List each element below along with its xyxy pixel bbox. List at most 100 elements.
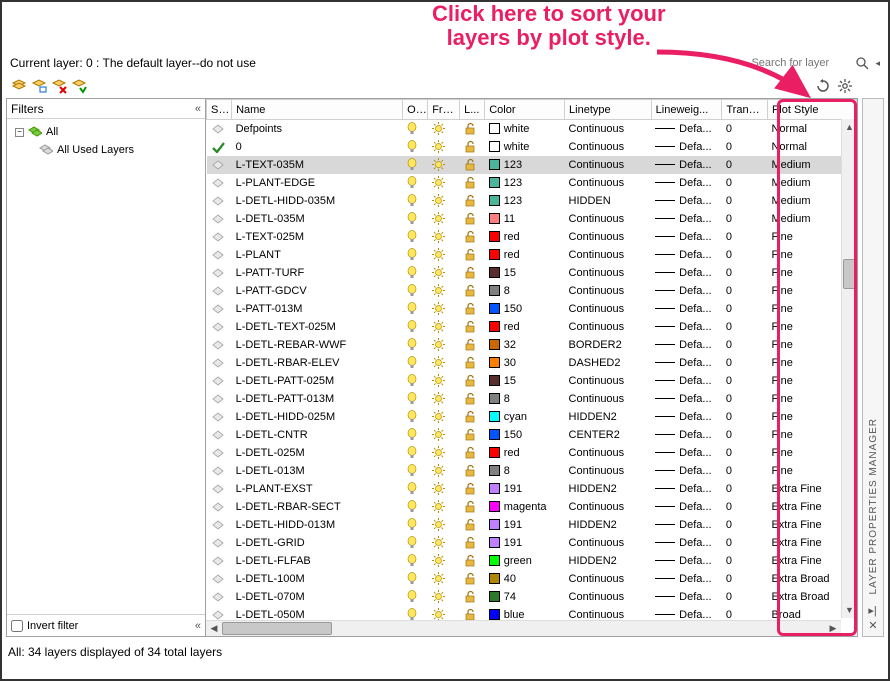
name-cell[interactable]: L-DETL-HIDD-035M bbox=[232, 192, 403, 210]
trans-cell[interactable]: 0 bbox=[722, 588, 768, 606]
status-cell[interactable] bbox=[207, 552, 232, 570]
color-cell[interactable]: red bbox=[485, 246, 565, 264]
name-cell[interactable]: L-PLANT-EDGE bbox=[232, 174, 403, 192]
trans-cell[interactable]: 0 bbox=[722, 174, 768, 192]
color-cell[interactable]: white bbox=[485, 120, 565, 138]
status-cell[interactable] bbox=[207, 444, 232, 462]
linetype-cell[interactable]: Continuous bbox=[565, 210, 652, 228]
filters-collapse-icon[interactable]: « bbox=[195, 103, 201, 115]
panel-autohide-icon[interactable]: ▸| bbox=[868, 604, 877, 617]
color-cell[interactable]: 11 bbox=[485, 210, 565, 228]
trans-cell[interactable]: 0 bbox=[722, 282, 768, 300]
trans-cell[interactable]: 0 bbox=[722, 210, 768, 228]
linetype-cell[interactable]: Continuous bbox=[565, 588, 652, 606]
freeze-cell[interactable] bbox=[428, 390, 460, 408]
lock-cell[interactable] bbox=[460, 156, 485, 174]
color-cell[interactable]: 150 bbox=[485, 426, 565, 444]
status-cell[interactable] bbox=[207, 354, 232, 372]
on-cell[interactable] bbox=[403, 570, 428, 588]
color-cell[interactable]: 8 bbox=[485, 462, 565, 480]
name-cell[interactable]: L-DETL-RBAR-ELEV bbox=[232, 354, 403, 372]
linetype-cell[interactable]: Continuous bbox=[565, 534, 652, 552]
table-row[interactable]: L-DETL-PATT-025M15ContinuousDefa...0Fine bbox=[207, 372, 857, 390]
freeze-cell[interactable] bbox=[428, 462, 460, 480]
table-row[interactable]: L-DETL-REBAR-WWF32BORDER2Defa...0Fine bbox=[207, 336, 857, 354]
linetype-cell[interactable]: Continuous bbox=[565, 444, 652, 462]
color-cell[interactable]: 32 bbox=[485, 336, 565, 354]
on-cell[interactable] bbox=[403, 354, 428, 372]
trans-cell[interactable]: 0 bbox=[722, 534, 768, 552]
color-cell[interactable]: cyan bbox=[485, 408, 565, 426]
linetype-cell[interactable]: HIDDEN bbox=[565, 192, 652, 210]
linetype-cell[interactable]: Continuous bbox=[565, 246, 652, 264]
status-cell[interactable] bbox=[207, 264, 232, 282]
lock-cell[interactable] bbox=[460, 390, 485, 408]
status-cell[interactable] bbox=[207, 156, 232, 174]
on-cell[interactable] bbox=[403, 246, 428, 264]
lineweight-cell[interactable]: Defa... bbox=[651, 318, 722, 336]
filter-node-used[interactable]: All Used Layers bbox=[11, 141, 201, 159]
table-row[interactable]: L-DETL-RBAR-ELEV30DASHED2Defa...0Fine bbox=[207, 354, 857, 372]
linetype-cell[interactable]: Continuous bbox=[565, 282, 652, 300]
lineweight-cell[interactable]: Defa... bbox=[651, 390, 722, 408]
status-cell[interactable] bbox=[207, 120, 232, 138]
lineweight-cell[interactable]: Defa... bbox=[651, 174, 722, 192]
status-cell[interactable] bbox=[207, 174, 232, 192]
name-cell[interactable]: L-DETL-HIDD-025M bbox=[232, 408, 403, 426]
status-cell[interactable] bbox=[207, 390, 232, 408]
lock-cell[interactable] bbox=[460, 228, 485, 246]
status-cell[interactable] bbox=[207, 318, 232, 336]
status-cell[interactable] bbox=[207, 498, 232, 516]
color-cell[interactable]: 123 bbox=[485, 192, 565, 210]
color-cell[interactable]: 191 bbox=[485, 516, 565, 534]
lineweight-cell[interactable]: Defa... bbox=[651, 588, 722, 606]
trans-cell[interactable]: 0 bbox=[722, 354, 768, 372]
linetype-cell[interactable]: Continuous bbox=[565, 318, 652, 336]
lock-cell[interactable] bbox=[460, 264, 485, 282]
delete-layer-button[interactable] bbox=[50, 77, 68, 95]
on-cell[interactable] bbox=[403, 426, 428, 444]
lineweight-cell[interactable]: Defa... bbox=[651, 120, 722, 138]
table-row[interactable]: L-PATT-013M150ContinuousDefa...0Fine bbox=[207, 300, 857, 318]
lock-cell[interactable] bbox=[460, 318, 485, 336]
on-cell[interactable] bbox=[403, 516, 428, 534]
lineweight-cell[interactable]: Defa... bbox=[651, 354, 722, 372]
name-cell[interactable]: L-DETL-100M bbox=[232, 570, 403, 588]
lineweight-cell[interactable]: Defa... bbox=[651, 264, 722, 282]
table-row[interactable]: DefpointswhiteContinuousDefa...0Normal bbox=[207, 120, 857, 138]
status-cell[interactable] bbox=[207, 372, 232, 390]
freeze-cell[interactable] bbox=[428, 264, 460, 282]
name-cell[interactable]: L-PLANT bbox=[232, 246, 403, 264]
color-cell[interactable]: 8 bbox=[485, 282, 565, 300]
trans-cell[interactable]: 0 bbox=[722, 264, 768, 282]
color-cell[interactable]: red bbox=[485, 228, 565, 246]
trans-cell[interactable]: 0 bbox=[722, 552, 768, 570]
on-cell[interactable] bbox=[403, 264, 428, 282]
invert-collapse-icon[interactable]: « bbox=[195, 620, 201, 632]
linetype-cell[interactable]: HIDDEN2 bbox=[565, 408, 652, 426]
linetype-cell[interactable]: HIDDEN2 bbox=[565, 516, 652, 534]
on-cell[interactable] bbox=[403, 174, 428, 192]
on-cell[interactable] bbox=[403, 282, 428, 300]
lineweight-cell[interactable]: Defa... bbox=[651, 534, 722, 552]
tree-collapse-icon[interactable]: − bbox=[15, 128, 24, 137]
lock-cell[interactable] bbox=[460, 300, 485, 318]
lock-cell[interactable] bbox=[460, 354, 485, 372]
status-cell[interactable] bbox=[207, 210, 232, 228]
name-cell[interactable]: L-DETL-GRID bbox=[232, 534, 403, 552]
linetype-cell[interactable]: Continuous bbox=[565, 138, 652, 156]
col-header-status[interactable]: S... bbox=[207, 100, 232, 120]
status-cell[interactable] bbox=[207, 228, 232, 246]
on-cell[interactable] bbox=[403, 480, 428, 498]
linetype-cell[interactable]: Continuous bbox=[565, 120, 652, 138]
name-cell[interactable]: L-DETL-TEXT-025M bbox=[232, 318, 403, 336]
lineweight-cell[interactable]: Defa... bbox=[651, 138, 722, 156]
on-cell[interactable] bbox=[403, 228, 428, 246]
scroll-thumb[interactable] bbox=[222, 622, 332, 635]
freeze-cell[interactable] bbox=[428, 156, 460, 174]
on-cell[interactable] bbox=[403, 138, 428, 156]
freeze-cell[interactable] bbox=[428, 498, 460, 516]
col-header-freeze[interactable]: Fre... bbox=[428, 100, 460, 120]
table-row[interactable]: L-DETL-CNTR150CENTER2Defa...0Fine bbox=[207, 426, 857, 444]
search-input[interactable] bbox=[751, 57, 851, 69]
